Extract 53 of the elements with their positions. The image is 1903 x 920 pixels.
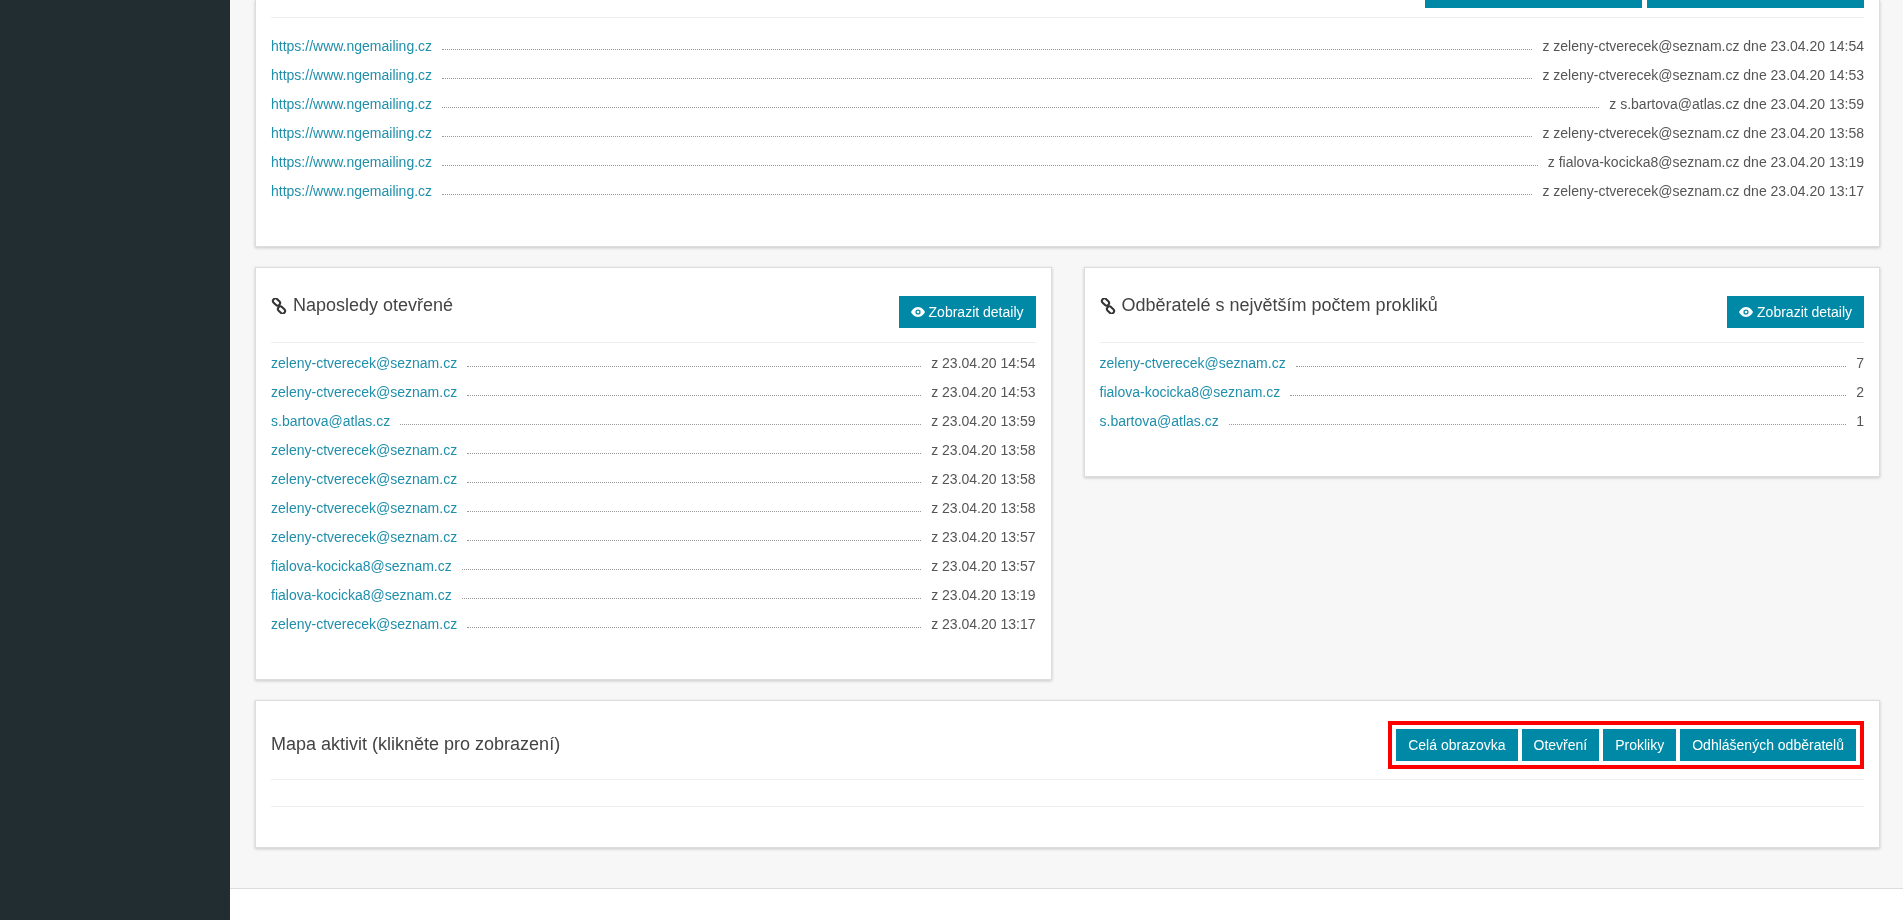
row-value: z 23.04.20 13:17: [931, 615, 1036, 634]
map-filter-button[interactable]: Otevření: [1521, 729, 1600, 761]
eye-icon: [910, 307, 925, 317]
eye-icon: [1739, 307, 1754, 317]
email-link[interactable]: https://www.ngemailing.cz: [271, 61, 433, 90]
row-value: z zeleny-ctverecek@seznam.cz dne 23.04.20 14:54: [1542, 37, 1864, 56]
row-value: z zeleny-ctverecek@seznam.cz dne 23.04.20 14:53: [1542, 66, 1864, 85]
email-link[interactable]: zeleny-ctverecek@seznam.cz: [271, 436, 458, 465]
email-link[interactable]: zeleny-ctverecek@seznam.cz: [271, 465, 458, 494]
email-link[interactable]: zeleny-ctverecek@seznam.cz: [1099, 349, 1286, 378]
row-value: z 23.04.20 13:58: [931, 441, 1036, 460]
map-filter-button[interactable]: Odhlášených odběratelů: [1680, 729, 1856, 761]
email-link[interactable]: fialova-kocicka8@seznam.cz: [1099, 378, 1281, 407]
row-value: z zeleny-ctverecek@seznam.cz dne 23.04.20 13:58: [1542, 124, 1864, 143]
row-value: z 23.04.20 13:58: [931, 470, 1036, 489]
row-value: z 23.04.20 13:19: [931, 586, 1036, 605]
row-value: 7: [1856, 354, 1864, 373]
row-value: z zeleny-ctverecek@seznam.cz dne 23.04.20 13:17: [1542, 182, 1864, 201]
row-value: z s.bartova@atlas.cz dne 23.04.20 13:59: [1609, 95, 1864, 114]
email-link[interactable]: zeleny-ctverecek@seznam.cz: [271, 494, 458, 523]
email-link[interactable]: zeleny-ctverecek@seznam.cz: [271, 610, 458, 639]
link-icon: [1099, 297, 1116, 314]
row-value: z 23.04.20 13:57: [931, 557, 1036, 576]
email-link[interactable]: fialova-kocicka8@seznam.cz: [271, 552, 452, 581]
show-details-button[interactable]: Zobrazit detaily: [1727, 296, 1864, 328]
email-link[interactable]: https://www.ngemailing.cz: [271, 119, 433, 148]
email-link[interactable]: zeleny-ctverecek@seznam.cz: [271, 378, 458, 407]
row-value: z 23.04.20 13:58: [931, 499, 1036, 518]
toolbar-button[interactable]: [1425, 0, 1642, 8]
toolbar-button[interactable]: [1647, 0, 1864, 8]
email-link[interactable]: https://www.ngemailing.cz: [271, 32, 433, 61]
row-value: 1: [1856, 412, 1864, 431]
email-link[interactable]: zeleny-ctverecek@seznam.cz: [271, 349, 458, 378]
email-link[interactable]: https://www.ngemailing.cz: [271, 90, 433, 119]
panel-title: Mapa aktivit (klikněte pro zobrazení): [271, 733, 561, 756]
row-value: 2: [1856, 383, 1864, 402]
row-value: z fialova-kocicka8@seznam.cz dne 23.04.20 13:19: [1547, 153, 1864, 172]
show-details-button[interactable]: Zobrazit detaily: [898, 296, 1036, 328]
row-value: z 23.04.20 14:53: [931, 383, 1036, 402]
panel-title: Naposledy otevřené: [293, 294, 454, 317]
row-value: z 23.04.20 13:57: [931, 528, 1036, 547]
row-value: z 23.04.20 13:59: [931, 412, 1036, 431]
link-icon: [271, 297, 287, 314]
panel-title: Odběratelé s největším počtem prokliků: [1121, 294, 1438, 317]
row-value: z 23.04.20 14:54: [931, 354, 1036, 373]
email-link[interactable]: zeleny-ctverecek@seznam.cz: [271, 523, 458, 552]
email-link[interactable]: s.bartova@atlas.cz: [271, 407, 391, 436]
email-link[interactable]: s.bartova@atlas.cz: [1099, 407, 1219, 436]
map-filter-button[interactable]: Prokliky: [1603, 729, 1677, 761]
email-link[interactable]: https://www.ngemailing.cz: [271, 148, 433, 177]
email-link[interactable]: https://www.ngemailing.cz: [271, 177, 433, 206]
map-filter-button[interactable]: Celá obrazovka: [1396, 729, 1518, 761]
email-link[interactable]: fialova-kocicka8@seznam.cz: [271, 581, 452, 610]
